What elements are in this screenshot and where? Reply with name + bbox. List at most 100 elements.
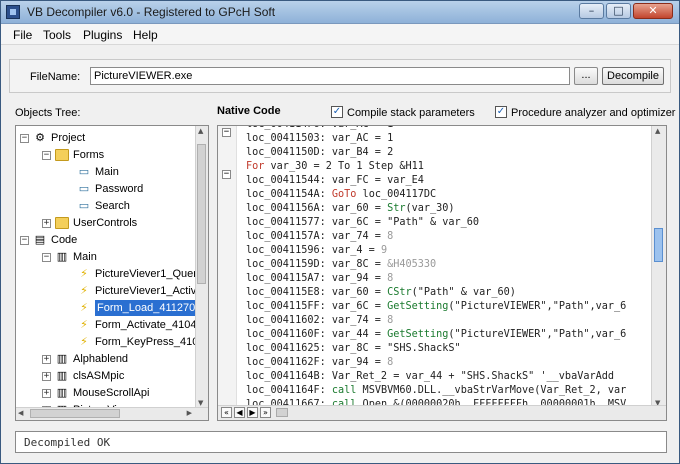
code-line: loc_004115FF: var_6C = GetSetting("Pictu… bbox=[246, 300, 626, 314]
close-button[interactable]: ✕ bbox=[633, 3, 673, 19]
folder-icon bbox=[55, 149, 69, 161]
code-vertical-thumb[interactable] bbox=[654, 228, 663, 262]
minimize-button[interactable]: – bbox=[579, 3, 604, 19]
code-vertical-scrollbar[interactable]: ▲ ▼ bbox=[651, 126, 666, 408]
code-token: (var_30) bbox=[405, 203, 455, 214]
code-horizontal-thumb[interactable] bbox=[276, 408, 288, 417]
tree-vertical-scrollbar[interactable]: ▲ ▼ bbox=[195, 126, 208, 408]
tree-item-label: Forms bbox=[73, 149, 105, 161]
form-icon: ▭ bbox=[78, 199, 90, 212]
code-token: var_30 = 2 To 1 Step &H11 bbox=[264, 161, 424, 172]
tree-vertical-thumb[interactable] bbox=[197, 144, 206, 284]
browse-button[interactable]: ... bbox=[574, 67, 598, 85]
bolt-icon: ⚡ bbox=[80, 335, 88, 348]
code-token: loc_004115E8: var_60 = bbox=[246, 287, 388, 298]
scroll-up-icon[interactable]: ▲ bbox=[198, 127, 203, 135]
procedure-analyzer-label: Procedure analyzer and optimizer bbox=[511, 107, 676, 119]
code-token: loc_00411602: var_74 = bbox=[246, 315, 388, 326]
compile-stack-checkbox[interactable]: ✓ bbox=[331, 106, 343, 118]
code-token: CStr bbox=[387, 287, 412, 298]
expand-icon[interactable]: + bbox=[42, 389, 51, 398]
native-code-view[interactable]: − − loc_004114F6: var_AC = 1 loc_00411503… bbox=[217, 125, 667, 421]
nav-prev-icon[interactable]: ◀ bbox=[234, 407, 245, 418]
module-icon: ▥ bbox=[56, 369, 68, 382]
code-line: loc_0041154A: GoTo loc_004117DC bbox=[246, 188, 436, 202]
tree-item-label: PictureViever1_Activat bbox=[95, 285, 206, 297]
code-lines: loc_004114F6: var_AC = 1 loc_00411503: va… bbox=[246, 126, 646, 408]
collapse-icon[interactable]: − bbox=[20, 134, 29, 143]
expand-icon[interactable]: + bbox=[42, 219, 51, 228]
code-token: loc_0041162F: var_94 = bbox=[246, 357, 388, 368]
code-line: loc_0041159D: var_8C = &H405330 bbox=[246, 258, 436, 272]
module-icon: ▥ bbox=[56, 386, 68, 399]
code-line: loc_00411544: var_FC = var_E4 bbox=[246, 174, 424, 188]
code-gutter: − − bbox=[218, 126, 237, 408]
menu-bar: File Tools Plugins Help bbox=[1, 24, 679, 45]
tree-item-label: Search bbox=[95, 200, 130, 212]
code-token: 8 bbox=[387, 357, 394, 368]
form-icon: ▭ bbox=[78, 182, 90, 195]
bolt-icon: ⚡ bbox=[80, 318, 88, 331]
tree-item-label: Form_KeyPress_41098 bbox=[95, 336, 209, 348]
nav-next-icon[interactable]: ▶ bbox=[247, 407, 258, 418]
code-token: loc_0041150D: var_B4 = 2 bbox=[246, 147, 394, 158]
bolt-icon: ⚡ bbox=[80, 284, 88, 297]
code-line: loc_0041162F: var_94 = 8 bbox=[246, 356, 393, 370]
app-icon bbox=[6, 5, 20, 19]
module-icon: ▥ bbox=[56, 352, 68, 365]
filename-input[interactable]: PictureVIEWER.exe bbox=[90, 67, 570, 85]
expand-icon[interactable]: + bbox=[42, 355, 51, 364]
menu-file[interactable]: File bbox=[13, 28, 32, 42]
fold-toggle-icon[interactable]: − bbox=[222, 128, 231, 137]
status-bar: Decompiled OK bbox=[15, 431, 667, 453]
code-icon: ▤ bbox=[34, 233, 46, 246]
status-text: Decompiled OK bbox=[24, 436, 111, 449]
main-window: VB Decompiler v6.0 - Registered to GPcH … bbox=[0, 0, 680, 464]
collapse-icon[interactable]: − bbox=[20, 236, 29, 245]
scroll-up-icon[interactable]: ▲ bbox=[655, 127, 660, 135]
code-token: 8 bbox=[387, 315, 394, 326]
objects-tree[interactable]: − ⚙ Project − Forms ▭ Main ▭ Password ▭ Search + Use… bbox=[15, 125, 209, 421]
scroll-right-icon[interactable]: ▶ bbox=[187, 409, 192, 417]
window-title: VB Decompiler v6.0 - Registered to GPcH … bbox=[27, 5, 276, 19]
code-token: loc_0041156A: var_60 = bbox=[246, 203, 388, 214]
menu-help[interactable]: Help bbox=[133, 28, 158, 42]
code-token: loc_0041164F: bbox=[246, 385, 332, 396]
code-line: loc_0041160F: var_44 = GetSetting("Pictu… bbox=[246, 328, 626, 342]
tree-item-label: Form_Load_411270 bbox=[95, 300, 198, 316]
maximize-button[interactable]: □ bbox=[606, 3, 631, 19]
project-icon: ⚙ bbox=[35, 131, 45, 144]
form-icon: ▭ bbox=[78, 165, 90, 178]
code-token: loc_004117DC bbox=[356, 189, 437, 200]
code-token: For bbox=[246, 161, 265, 172]
tree-item-label: Main bbox=[73, 251, 97, 263]
tree-horizontal-thumb[interactable] bbox=[30, 409, 120, 418]
code-token: ("Path" & var_60) bbox=[411, 287, 516, 298]
code-token: loc_004115FF: var_6C = bbox=[246, 301, 388, 312]
scroll-left-icon[interactable]: ◀ bbox=[18, 409, 23, 417]
menu-tools[interactable]: Tools bbox=[43, 28, 71, 42]
collapse-icon[interactable]: − bbox=[42, 253, 51, 262]
decompile-button[interactable]: Decompile bbox=[602, 67, 664, 85]
title-bar[interactable]: VB Decompiler v6.0 - Registered to GPcH … bbox=[1, 1, 679, 24]
code-line: For var_30 = 2 To 1 Step &H11 bbox=[246, 160, 424, 174]
nav-first-icon[interactable]: « bbox=[221, 407, 232, 418]
scroll-down-icon[interactable]: ▼ bbox=[198, 399, 203, 407]
code-line: loc_00411503: var_AC = 1 bbox=[246, 132, 393, 146]
bolt-icon: ⚡ bbox=[80, 267, 88, 280]
code-token: 9 bbox=[380, 245, 388, 256]
code-line: loc_004115A7: var_94 = 8 bbox=[246, 272, 393, 286]
tree-item-label: clsASMpic bbox=[73, 370, 125, 382]
collapse-icon[interactable]: − bbox=[42, 151, 51, 160]
code-token: 8 bbox=[387, 273, 394, 284]
expand-icon[interactable]: + bbox=[42, 372, 51, 381]
nav-last-icon[interactable]: » bbox=[260, 407, 271, 418]
code-token: loc_0041157A: var_74 = bbox=[246, 231, 388, 242]
procedure-analyzer-checkbox[interactable]: ✓ bbox=[495, 106, 507, 118]
menu-plugins[interactable]: Plugins bbox=[83, 28, 122, 42]
tree-horizontal-scrollbar[interactable]: ◀ ▶ bbox=[16, 407, 208, 420]
fold-toggle-icon[interactable]: − bbox=[222, 170, 231, 179]
code-token: ("PictureVIEWER","Path",var_6 bbox=[448, 301, 627, 312]
code-line: loc_00411596: var_4 = 9 bbox=[246, 244, 387, 258]
code-token: loc_00411577: var_6C = "Path" & var_60 bbox=[246, 217, 480, 228]
